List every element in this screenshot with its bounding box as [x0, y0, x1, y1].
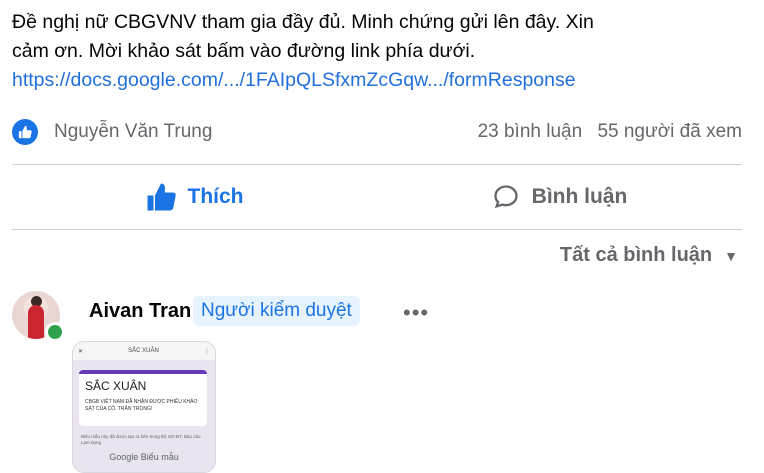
comment-label: Bình luận: [531, 185, 628, 208]
avatar-figure: [28, 305, 44, 339]
post-text: Đề nghị nữ CBGVNV tham gia đầy đủ. Minh …: [12, 8, 752, 95]
attachment-header-title: SẮC XUÂN: [128, 348, 159, 354]
close-icon: ✕: [78, 348, 84, 355]
google-forms-brand: Google Biểu mẫu: [109, 452, 179, 462]
caret-down-icon: ▼: [724, 247, 738, 264]
divider: [12, 164, 742, 165]
menu-icon: ⋮: [204, 348, 210, 355]
comments-count[interactable]: 23 bình luận: [478, 121, 583, 142]
post-stats: 23 bình luận 55 người đã xem: [468, 121, 742, 143]
like-icon[interactable]: [12, 119, 38, 145]
form-title: SẮC XUÂN: [85, 379, 147, 393]
comment-button[interactable]: Bình luận: [377, 166, 742, 228]
comment-author[interactable]: Aivan Tran: [89, 300, 191, 323]
sort-label: Tất cả bình luận: [559, 244, 713, 266]
browser-bar: ✕ SẮC XUÂN ⋮: [73, 342, 215, 360]
reactor-name[interactable]: Nguyễn Văn Trung: [54, 121, 468, 143]
like-label: Thích: [187, 185, 244, 208]
post-text-line-2: cảm ơn. Mời khảo sát bấm vào đường link …: [12, 40, 476, 62]
comment-attachment-image[interactable]: ✕ SẮC XUÂN ⋮ SẮC XUÂN CBGB VIỆT NAM ĐÃ N…: [72, 341, 216, 473]
form-card: SẮC XUÂN CBGB VIỆT NAM ĐÃ NHẬN ĐƯỢC PHIẾ…: [79, 370, 207, 426]
action-bar: Thích Bình luận: [12, 166, 742, 228]
form-message: CBGB VIỆT NAM ĐÃ NHẬN ĐƯỢC PHIẾU KHẢO SÁ…: [85, 399, 198, 412]
more-options-icon[interactable]: •••: [403, 300, 429, 326]
divider: [12, 229, 742, 230]
survey-link[interactable]: https://docs.google.com/.../1FAIpQLSfxmZ…: [12, 66, 752, 95]
comment-sort-dropdown[interactable]: Tất cả bình luận ▼: [560, 244, 738, 267]
post-text-line-1: Đề nghị nữ CBGVNV tham gia đầy đủ. Minh …: [12, 11, 594, 33]
reactions-summary: Nguyễn Văn Trung 23 bình luận 55 người đ…: [12, 116, 742, 148]
thumbs-up-icon: [147, 183, 176, 211]
form-footer-note: Biểu mẫu này đã được tạo ra bên trong Bộ…: [81, 434, 201, 445]
moderator-badge: Người kiểm duyệt: [193, 296, 360, 326]
speech-bubble-icon: [493, 185, 518, 209]
like-button[interactable]: Thích: [12, 166, 377, 228]
views-count[interactable]: 55 người đã xem: [597, 121, 742, 142]
online-status-icon: [45, 322, 65, 342]
